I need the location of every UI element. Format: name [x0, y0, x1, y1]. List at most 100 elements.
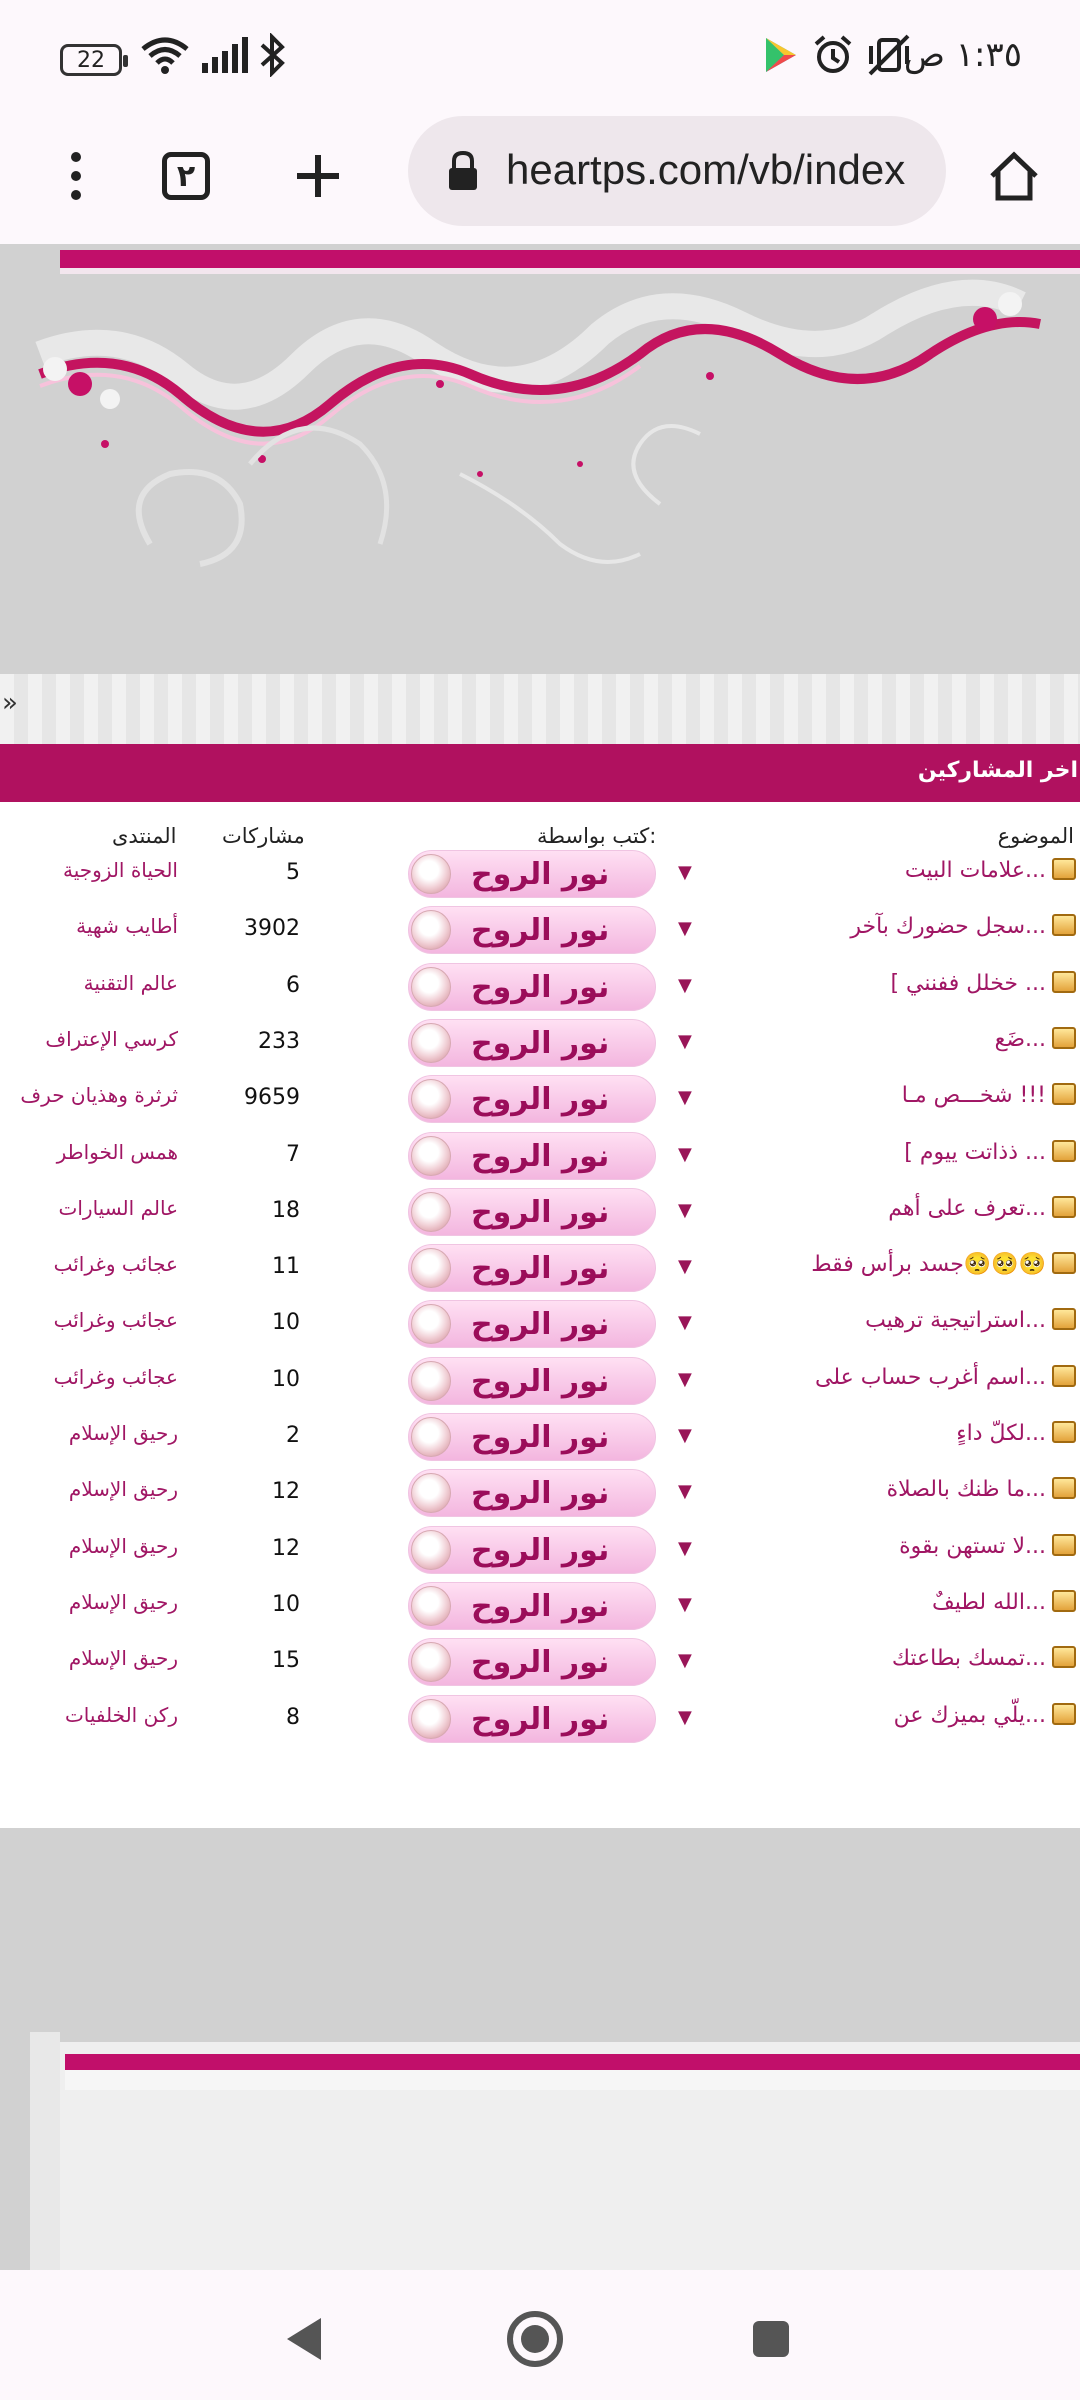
plus-icon[interactable]: [278, 136, 358, 216]
author-name[interactable]: نور الروح: [471, 1476, 609, 1511]
author-name[interactable]: نور الروح: [471, 1251, 609, 1286]
author-name[interactable]: نور الروح: [471, 1645, 609, 1680]
dropdown-arrow-icon[interactable]: ▼: [678, 1312, 692, 1333]
author-name[interactable]: نور الروح: [471, 970, 609, 1005]
topic-icon: [1052, 1026, 1076, 1049]
topic-link[interactable]: تمسك بطاعتك...: [892, 1646, 1046, 1671]
author-badge[interactable]: نور الروح: [408, 1018, 656, 1067]
forum-link[interactable]: رحيق الإسلام: [4, 1590, 178, 1614]
topic-link[interactable]: ضَع...: [995, 1027, 1046, 1052]
author-badge[interactable]: نور الروح: [408, 1244, 656, 1293]
dropdown-arrow-icon[interactable]: ▼: [678, 918, 692, 939]
author-badge[interactable]: نور الروح: [408, 1356, 656, 1405]
forum-link[interactable]: عالم السيارات: [4, 1196, 178, 1220]
topic-link[interactable]: [ خخلل ففنني ...: [890, 971, 1046, 996]
topic-link[interactable]: اسم أغرب حساب على...: [815, 1365, 1046, 1390]
author-badge[interactable]: نور الروح: [408, 1581, 656, 1630]
post-count: 15: [272, 1648, 300, 1674]
author-badge[interactable]: نور الروح: [408, 1187, 656, 1236]
author-name[interactable]: نور الروح: [471, 913, 609, 948]
back-icon[interactable]: [268, 2304, 338, 2374]
author-name[interactable]: نور الروح: [471, 1589, 609, 1624]
dropdown-arrow-icon[interactable]: ▼: [678, 1707, 692, 1728]
collapse-bar[interactable]: »: [0, 674, 1080, 744]
author-badge[interactable]: نور الروح: [408, 1131, 656, 1180]
author-badge[interactable]: نور الروح: [408, 1694, 656, 1743]
home-button-icon[interactable]: [500, 2304, 570, 2374]
dropdown-arrow-icon[interactable]: ▼: [678, 1256, 692, 1277]
author-badge[interactable]: نور الروح: [408, 1300, 656, 1349]
dropdown-arrow-icon[interactable]: ▼: [678, 1425, 692, 1446]
author-badge[interactable]: نور الروح: [408, 962, 656, 1011]
forum-link[interactable]: رحيق الإسلام: [4, 1534, 178, 1558]
author-name[interactable]: نور الروح: [471, 1139, 609, 1174]
author-badge[interactable]: نور الروح: [408, 850, 656, 898]
author-name[interactable]: نور الروح: [471, 1082, 609, 1117]
table-row: استراتيجية ترهيب... ▼ نور الروح 10 عجائب وغر…: [0, 1296, 1080, 1352]
author-name[interactable]: نور الروح: [471, 1533, 609, 1568]
forum-link[interactable]: رحيق الإسلام: [4, 1421, 178, 1445]
home-icon[interactable]: [974, 136, 1054, 216]
topic-link[interactable]: [ ذذاتت ييوم ...: [904, 1140, 1046, 1165]
tabs-button[interactable]: ٢: [146, 136, 226, 216]
topic-link[interactable]: لكلّ داءٍ...: [956, 1421, 1046, 1446]
recents-icon[interactable]: [736, 2304, 806, 2374]
author-badge[interactable]: نور الروح: [408, 1525, 656, 1574]
author-name[interactable]: نور الروح: [471, 1307, 609, 1342]
forum-link[interactable]: أطايب شهية: [4, 914, 178, 938]
forum-link[interactable]: رحيق الإسلام: [4, 1646, 178, 1670]
topic-link[interactable]: تعرف على أهم...: [888, 1196, 1046, 1221]
author-badge[interactable]: نور الروح: [408, 1469, 656, 1518]
topic-icon: [1052, 1646, 1076, 1669]
author-name[interactable]: نور الروح: [471, 1364, 609, 1399]
table-row: تعرف على أهم... ▼ نور الروح 18 عالم السيارات: [0, 1184, 1080, 1240]
dropdown-arrow-icon[interactable]: ▼: [678, 1087, 692, 1108]
dropdown-arrow-icon[interactable]: ▼: [678, 1200, 692, 1221]
dropdown-arrow-icon[interactable]: ▼: [678, 1538, 692, 1559]
topic-link[interactable]: يلّي بميزك عن...: [894, 1703, 1046, 1728]
author-badge[interactable]: نور الروح: [408, 1638, 656, 1687]
dropdown-arrow-icon[interactable]: ▼: [678, 1481, 692, 1502]
url-text[interactable]: heartps.com/vb/index: [506, 146, 905, 194]
more-vertical-icon[interactable]: [36, 136, 116, 216]
forum-link[interactable]: عجائب وغرائب: [4, 1365, 178, 1389]
forum-link[interactable]: ركن الخلفيات: [4, 1703, 178, 1727]
author-badge[interactable]: نور الروح: [408, 906, 656, 955]
topic-link[interactable]: جسد برأس فقط🥺🥺🥺: [811, 1252, 1046, 1277]
dropdown-arrow-icon[interactable]: ▼: [678, 975, 692, 996]
forum-link[interactable]: عجائب وغرائب: [4, 1308, 178, 1332]
topic-link[interactable]: علامات البيت...: [905, 858, 1046, 883]
browser-toolbar: ٢ heartps.com/vb/index: [0, 112, 1080, 244]
forum-link[interactable]: عالم التقنية: [4, 971, 178, 995]
address-bar[interactable]: heartps.com/vb/index: [408, 116, 946, 226]
dropdown-arrow-icon[interactable]: ▼: [678, 1144, 692, 1165]
forum-link[interactable]: عجائب وغرائب: [4, 1252, 178, 1276]
author-badge[interactable]: نور الروح: [408, 1413, 656, 1461]
author-name[interactable]: نور الروح: [471, 857, 609, 892]
topic-link[interactable]: سجل حضورك بآخر...: [850, 914, 1046, 939]
collapse-icon[interactable]: »: [2, 688, 18, 718]
topic-link[interactable]: شخـــص مـا !!!: [902, 1083, 1046, 1108]
forum-link[interactable]: الحياة الزوجية: [4, 858, 178, 882]
author-badge[interactable]: نور الروح: [408, 1075, 656, 1124]
latest-posts-table: الموضوع كتب بواسطة: مشاركات المنتدى علام…: [0, 802, 1080, 1802]
dropdown-arrow-icon[interactable]: ▼: [678, 862, 692, 883]
dropdown-arrow-icon[interactable]: ▼: [678, 1369, 692, 1390]
topic-link[interactable]: الله لطيفٌ...: [932, 1590, 1046, 1615]
author-name[interactable]: نور الروح: [471, 1420, 609, 1455]
forum-link[interactable]: كرسي الإعتراف: [4, 1027, 178, 1051]
dropdown-arrow-icon[interactable]: ▼: [678, 1594, 692, 1615]
forum-link[interactable]: ثرثرة وهذيان حرف: [4, 1083, 178, 1107]
topic-link[interactable]: استراتيجية ترهيب...: [865, 1308, 1046, 1333]
topic-link[interactable]: لا تستهن بقوة...: [899, 1534, 1046, 1559]
forum-link[interactable]: رحيق الإسلام: [4, 1477, 178, 1501]
dropdown-arrow-icon[interactable]: ▼: [678, 1031, 692, 1052]
author-name[interactable]: نور الروح: [471, 1195, 609, 1230]
avatar: [411, 854, 451, 894]
author-name[interactable]: نور الروح: [471, 1702, 609, 1737]
author-name[interactable]: نور الروح: [471, 1026, 609, 1061]
topic-link[interactable]: ما ظنك بالصلاة...: [887, 1477, 1046, 1502]
dropdown-arrow-icon[interactable]: ▼: [678, 1650, 692, 1671]
web-page: » اخر المشاركين الموضوع كتب بواسطة: مشار…: [0, 244, 1080, 2270]
forum-link[interactable]: همس الخواطر: [4, 1140, 178, 1164]
